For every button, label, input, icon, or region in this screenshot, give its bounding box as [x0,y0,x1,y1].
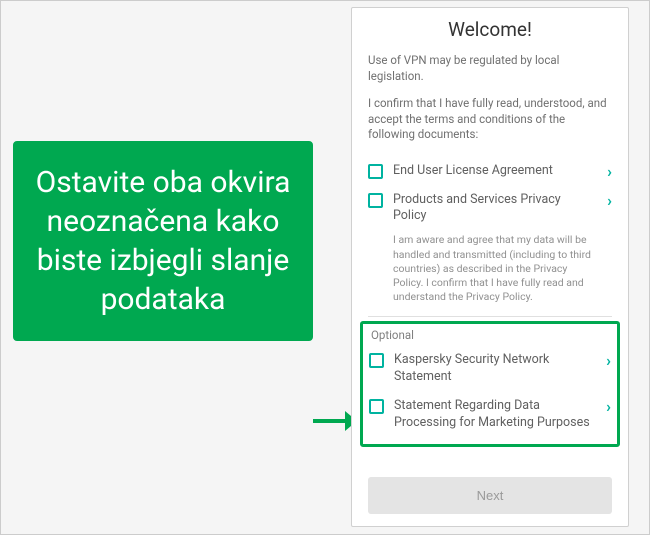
chevron-right-icon[interactable]: › [606,399,611,415]
marketing-row[interactable]: Statement Regarding Data Processing for … [369,392,611,438]
ksn-label: Kaspersky Security Network Statement [394,352,596,386]
vpn-notice: Use of VPN may be regulated by local leg… [368,53,612,84]
chevron-right-icon[interactable]: › [607,193,612,209]
callout-text: Ostavite oba okvira neoznačena kako bist… [36,165,291,317]
page-title: Welcome! [368,18,612,41]
privacy-checkbox[interactable] [368,193,383,208]
optional-label: Optional [371,328,611,342]
eula-row[interactable]: End User License Agreement › [368,157,612,186]
chevron-right-icon[interactable]: › [606,353,611,369]
privacy-row[interactable]: Products and Services Privacy Policy › [368,186,612,232]
next-button[interactable]: Next [368,477,612,514]
divider [368,316,612,317]
eula-label: End User License Agreement [393,163,597,180]
welcome-screen: Welcome! Use of VPN may be regulated by … [351,7,629,527]
privacy-label: Products and Services Privacy Policy [393,192,597,226]
eula-checkbox[interactable] [368,164,383,179]
confirm-intro: I confirm that I have fully read, unders… [368,96,612,143]
instruction-callout: Ostavite oba okvira neoznačena kako bist… [13,141,313,341]
marketing-checkbox[interactable] [369,399,384,414]
ksn-checkbox[interactable] [369,353,384,368]
privacy-note: I am aware and agree that my data will b… [393,233,612,304]
optional-group-highlight: Optional Kaspersky Security Network Stat… [360,321,620,447]
marketing-label: Statement Regarding Data Processing for … [394,398,596,432]
chevron-right-icon[interactable]: › [607,164,612,180]
ksn-row[interactable]: Kaspersky Security Network Statement › [369,346,611,392]
